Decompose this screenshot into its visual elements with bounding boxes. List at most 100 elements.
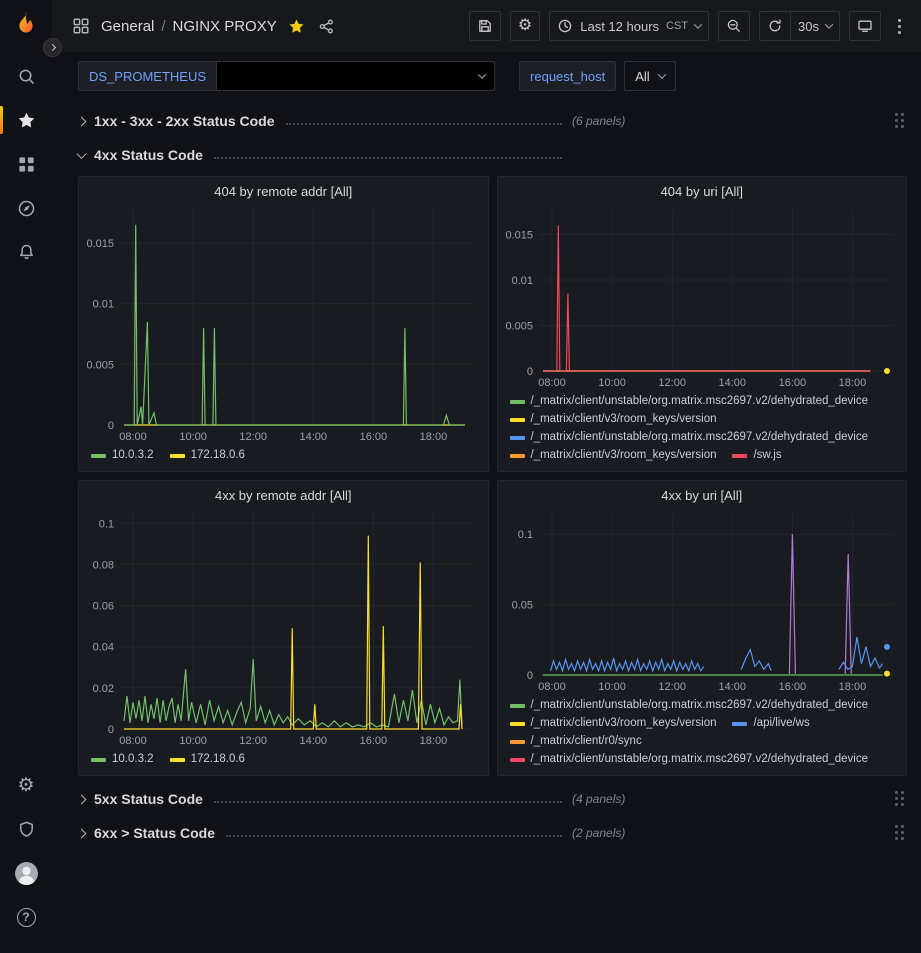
refresh-icon xyxy=(767,18,783,34)
tv-mode-button[interactable] xyxy=(849,11,881,41)
chevron-right-icon xyxy=(77,828,87,838)
legend-item[interactable]: 172.18.0.6 xyxy=(170,448,245,463)
dashboard-settings-button[interactable]: ⚙ xyxy=(510,11,540,41)
svg-text:14:00: 14:00 xyxy=(300,431,328,443)
datasource-variable: DS_PROMETHEUS xyxy=(78,61,495,91)
time-range-picker[interactable]: Last 12 hours CST xyxy=(549,11,709,41)
favorite-star-button[interactable] xyxy=(286,16,307,37)
legend-item[interactable]: /_matrix/client/unstable/org.matrix.msc2… xyxy=(510,394,869,409)
sidebar-item-dashboards[interactable] xyxy=(0,143,52,185)
share-button[interactable] xyxy=(316,16,337,37)
svg-text:16:00: 16:00 xyxy=(778,377,806,389)
legend-item[interactable]: /_matrix/client/unstable/org.matrix.msc2… xyxy=(510,698,869,713)
sidebar-item-help[interactable] xyxy=(0,896,52,938)
legend-item[interactable]: 172.18.0.6 xyxy=(170,752,245,767)
svg-text:12:00: 12:00 xyxy=(239,431,267,443)
legend-item[interactable]: /api/live/ws xyxy=(732,716,809,731)
svg-text:16:00: 16:00 xyxy=(360,431,388,443)
row-6xx-status-code[interactable]: 6xx > Status Code (2 panels) xyxy=(78,818,907,848)
breadcrumb-separator: / xyxy=(161,18,165,35)
refresh-button[interactable] xyxy=(759,11,791,41)
legend-swatch xyxy=(510,722,525,726)
sidebar-item-alerting[interactable] xyxy=(0,231,52,273)
row-drag-handle[interactable] xyxy=(894,113,905,129)
breadcrumb-folder[interactable]: General xyxy=(101,18,154,35)
breadcrumb: General / NGINX PROXY xyxy=(101,18,277,35)
save-dashboard-button[interactable] xyxy=(469,11,501,41)
svg-text:08:00: 08:00 xyxy=(119,431,147,443)
sidebar-expand-button[interactable] xyxy=(43,38,62,57)
sidebar-item-starred[interactable] xyxy=(0,99,52,141)
chevron-right-icon xyxy=(49,44,56,51)
legend-swatch xyxy=(170,758,185,762)
dotted-leader xyxy=(214,801,562,803)
svg-text:14:00: 14:00 xyxy=(718,377,746,389)
bell-icon xyxy=(17,243,36,262)
clock-icon xyxy=(557,18,573,34)
help-circle-icon xyxy=(17,908,36,927)
legend-item[interactable]: 10.0.3.2 xyxy=(91,448,154,463)
sidebar-item-configuration[interactable]: ⚙ xyxy=(0,764,52,806)
sidebar-item-server-admin[interactable] xyxy=(0,808,52,850)
timezone-label: CST xyxy=(666,20,688,32)
panel-4xx-by-uri: 4xx by uri [All] 00.050.108:0010:0012:00… xyxy=(497,480,908,776)
chevron-down-icon xyxy=(825,20,833,28)
more-menu-button[interactable] xyxy=(890,23,909,30)
legend-label: /_matrix/client/unstable/org.matrix.msc2… xyxy=(531,430,869,445)
svg-text:10:00: 10:00 xyxy=(179,735,207,747)
request-host-select[interactable]: All xyxy=(624,61,675,91)
panel-title[interactable]: 4xx by remote addr [All] xyxy=(79,481,488,505)
sidebar-item-search[interactable] xyxy=(0,55,52,97)
legend-swatch xyxy=(510,758,525,762)
legend-item[interactable]: /_matrix/client/v3/room_keys/version xyxy=(510,716,717,731)
dotted-leader xyxy=(226,835,562,837)
panel-404-by-remote-addr: 404 by remote addr [All] 00.0050.010.015… xyxy=(78,176,489,472)
chevron-right-icon xyxy=(77,794,87,804)
legend-swatch xyxy=(510,740,525,744)
legend-item[interactable]: /_matrix/client/unstable/org.matrix.msc2… xyxy=(510,752,869,767)
svg-text:0.02: 0.02 xyxy=(93,683,114,695)
row-panel-count: (4 panels) xyxy=(572,792,625,806)
row-title: 6xx > Status Code xyxy=(94,825,215,841)
legend-item[interactable]: /_matrix/client/v3/room_keys/version xyxy=(510,412,717,427)
refresh-interval-select[interactable]: 30s xyxy=(791,11,840,41)
time-series-chart[interactable]: 00.0050.010.01508:0010:0012:0014:0016:00… xyxy=(498,201,907,391)
legend-item[interactable]: /_matrix/client/unstable/org.matrix.msc2… xyxy=(510,430,869,445)
legend-label: /_matrix/client/unstable/org.matrix.msc2… xyxy=(531,698,869,713)
legend-item[interactable]: /_matrix/client/v3/room_keys/version xyxy=(510,448,717,463)
dashboards-grid-icon xyxy=(17,155,36,174)
time-series-chart[interactable]: 00.050.108:0010:0012:0014:0016:0018:00 xyxy=(498,505,907,695)
svg-text:0.005: 0.005 xyxy=(86,359,114,371)
grafana-app: ⚙ xyxy=(0,0,921,953)
row-drag-handle[interactable] xyxy=(894,791,905,807)
svg-text:0.05: 0.05 xyxy=(511,600,532,612)
svg-text:18:00: 18:00 xyxy=(420,431,448,443)
panel-title[interactable]: 4xx by uri [All] xyxy=(498,481,907,505)
row-drag-handle[interactable] xyxy=(894,825,905,841)
time-series-chart[interactable]: 00.0050.010.01508:0010:0012:0014:0016:00… xyxy=(79,201,488,445)
sidebar-item-explore[interactable] xyxy=(0,187,52,229)
legend-item[interactable]: /sw.js xyxy=(732,448,781,463)
sidebar: ⚙ xyxy=(0,0,52,953)
grafana-logo[interactable] xyxy=(11,10,41,40)
row-5xx-status-code[interactable]: 5xx Status Code (4 panels) xyxy=(78,784,907,814)
legend-label: 10.0.3.2 xyxy=(112,752,154,767)
panel-title[interactable]: 404 by remote addr [All] xyxy=(79,177,488,201)
panel-title[interactable]: 404 by uri [All] xyxy=(498,177,907,201)
time-series-chart[interactable]: 00.020.040.060.080.108:0010:0012:0014:00… xyxy=(79,505,488,749)
legend-swatch xyxy=(510,704,525,708)
row-4xx-status-code[interactable]: 4xx Status Code xyxy=(78,140,907,170)
sidebar-item-profile[interactable] xyxy=(0,852,52,894)
zoom-out-button[interactable] xyxy=(718,11,750,41)
legend-label: /_matrix/client/v3/room_keys/version xyxy=(531,448,717,463)
chevron-down-icon xyxy=(77,149,87,159)
panel-grid: 404 by remote addr [All] 00.0050.010.015… xyxy=(78,176,907,776)
row-1xx-3xx-2xx-status-code[interactable]: 1xx - 3xx - 2xx Status Code (6 panels) xyxy=(78,106,907,136)
svg-text:10:00: 10:00 xyxy=(598,377,626,389)
panel-404-by-uri: 404 by uri [All] 00.0050.010.01508:0010:… xyxy=(497,176,908,472)
legend-item[interactable]: /_matrix/client/r0/sync xyxy=(510,734,642,749)
datasource-select[interactable] xyxy=(217,61,495,91)
legend-item[interactable]: 10.0.3.2 xyxy=(91,752,154,767)
gear-icon: ⚙ xyxy=(17,776,34,795)
star-icon xyxy=(288,18,305,35)
